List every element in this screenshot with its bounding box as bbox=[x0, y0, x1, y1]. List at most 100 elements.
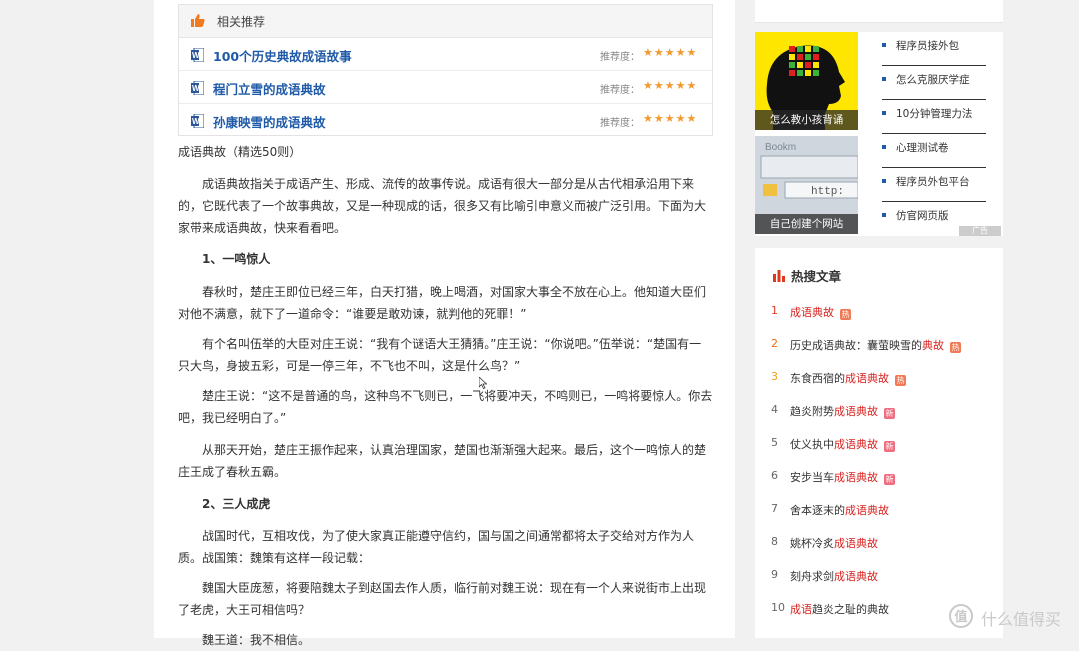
paragraph: 从那天开始，楚庄王振作起来，认真治理国家，楚国也渐渐强大起来。最后，这个一鸣惊人… bbox=[178, 443, 707, 479]
recommend-label: 推荐度： bbox=[600, 52, 640, 63]
section-heading: 2、三人成虎 bbox=[202, 497, 271, 511]
ad-mark: 广告 bbox=[959, 226, 1001, 236]
hot-title-highlight: 成语典故 bbox=[834, 537, 878, 550]
hot-title-text: 历史成语典故：囊萤映雪的 bbox=[790, 339, 922, 352]
section-heading: 1、一鸣惊人 bbox=[202, 252, 271, 266]
recommend-label: 推荐度： bbox=[600, 118, 640, 129]
ad-link-label: 程序员接外包 bbox=[896, 40, 959, 52]
new-badge: 新 bbox=[884, 408, 895, 419]
smzdm-logo-icon: 值 bbox=[949, 604, 973, 628]
ad-link[interactable]: 程序员接外包 bbox=[882, 32, 986, 66]
paragraph: 魏王道：我不相信。 bbox=[202, 633, 311, 647]
hot-item-title: 趋炎附势成语典故新 bbox=[790, 403, 895, 419]
hot-title-highlight: 成语 bbox=[790, 603, 812, 616]
ad-image-browser[interactable]: Bookm http: 自己创建个网站 bbox=[755, 136, 858, 234]
rating-stars: ★★★★★ bbox=[643, 79, 698, 92]
recommend-link[interactable]: 孙康映雪的成语典故 bbox=[213, 112, 326, 131]
ad-link-label: 怎么克服厌学症 bbox=[896, 74, 970, 86]
hot-title-text: 东食西宿的 bbox=[790, 372, 845, 385]
bullet-icon bbox=[882, 111, 886, 115]
hot-item-title: 成语典故热 bbox=[790, 304, 851, 320]
thumbs-up-icon bbox=[191, 14, 205, 27]
hot-rank-number: 2 bbox=[771, 337, 778, 350]
hot-badge: 热 bbox=[895, 375, 906, 386]
bullet-icon bbox=[882, 145, 886, 149]
rating-stars: ★★★★★ bbox=[643, 112, 698, 125]
ad-caption: 自己创建个网站 bbox=[755, 214, 858, 234]
ad-link-label: 程序员外包平台 bbox=[896, 176, 970, 188]
recommend-item[interactable]: W 孙康映雪的成语典故 推荐度： ★★★★★ bbox=[179, 104, 712, 136]
hot-item-title: 成语趋炎之耻的典故 bbox=[790, 601, 889, 617]
hot-title-text: 安步当车 bbox=[790, 471, 834, 484]
svg-text:http:: http: bbox=[811, 186, 844, 198]
hot-title-text: 仗义执中 bbox=[790, 438, 834, 451]
hot-title-highlight: 成语典故 bbox=[845, 372, 889, 385]
hot-articles-box: 热搜文章 1 成语典故热 2 历史成语典故：囊萤映雪的典故热 3 东食西宿的成语典故热 4 趋… bbox=[755, 248, 1003, 638]
svg-text:值: 值 bbox=[954, 609, 967, 625]
ad-image-head[interactable]: 怎么教小孩背诵 bbox=[755, 32, 858, 130]
hot-badge: 热 bbox=[840, 309, 851, 320]
hot-title-text: 姚杯冷炙 bbox=[790, 537, 834, 550]
word-doc-icon: W bbox=[191, 48, 204, 62]
hot-title-highlight: 成语典故 bbox=[834, 471, 878, 484]
doc-title: 成语典故（精选50则） bbox=[178, 145, 302, 159]
hot-rank-number: 9 bbox=[771, 568, 778, 581]
hot-rank-number: 7 bbox=[771, 502, 778, 515]
ad-link[interactable]: 程序员外包平台 bbox=[882, 168, 986, 202]
recommend-item[interactable]: W 100个历史典故成语故事 推荐度： ★★★★★ bbox=[179, 38, 712, 71]
paragraph: 战国时代，互相攻伐，为了使大家真正能遵守信约，国与国之间通常都将太子交给对方作为… bbox=[178, 529, 695, 565]
article-panel: 相关推荐 W 100个历史典故成语故事 推荐度： ★★★★★ W 程门立雪的成语… bbox=[154, 0, 735, 647]
hot-rank-number: 8 bbox=[771, 535, 778, 548]
ad-link[interactable]: 怎么克服厌学症 bbox=[882, 66, 986, 100]
svg-text:W: W bbox=[192, 117, 200, 126]
hot-item-title: 舍本逐末的成语典故 bbox=[790, 502, 889, 518]
word-doc-icon: W bbox=[191, 81, 204, 95]
hot-title-highlight: 成语典故 bbox=[834, 570, 878, 583]
hot-title-highlight: 成语典故 bbox=[834, 438, 878, 451]
hot-title-text: 趋炎之耻的典故 bbox=[812, 603, 889, 616]
hot-item-title: 历史成语典故：囊萤映雪的典故热 bbox=[790, 337, 961, 353]
hot-title-highlight: 典故 bbox=[922, 339, 944, 352]
hot-item-title: 姚杯冷炙成语典故 bbox=[790, 535, 878, 551]
bullet-icon bbox=[882, 213, 886, 217]
recommend-title: 相关推荐 bbox=[217, 15, 266, 29]
ad-caption: 怎么教小孩背诵 bbox=[755, 110, 858, 130]
hot-title-label: 热搜文章 bbox=[791, 269, 842, 284]
recommend-link[interactable]: 100个历史典故成语故事 bbox=[213, 46, 352, 65]
bar-chart-icon bbox=[773, 270, 785, 282]
hot-title-text: 刻舟求剑 bbox=[790, 570, 834, 583]
hot-title-highlight: 成语典故 bbox=[790, 306, 834, 319]
recommend-label: 推荐度： bbox=[600, 85, 640, 96]
ad-link[interactable]: 心理测试卷 bbox=[882, 134, 986, 168]
watermark-text: 什么值得买 bbox=[981, 610, 1062, 629]
hot-rank-number: 5 bbox=[771, 436, 778, 449]
hot-item-title: 刻舟求剑成语典故 bbox=[790, 568, 878, 584]
bullet-icon bbox=[882, 43, 886, 47]
bullet-icon bbox=[882, 77, 886, 81]
paragraph: 魏国大臣庞葱，将要陪魏太子到赵国去作人质，临行前对魏王说：现在有一个人来说街市上… bbox=[178, 581, 707, 617]
hot-rank-number: 1 bbox=[771, 304, 778, 317]
ad-link[interactable]: 10分钟管理力法 bbox=[882, 100, 986, 134]
ad-link-label: 10分钟管理力法 bbox=[896, 108, 973, 120]
hot-title-text: 舍本逐末的 bbox=[790, 504, 845, 517]
recommend-link[interactable]: 程门立雪的成语典故 bbox=[213, 79, 326, 98]
hot-rank-number: 3 bbox=[771, 370, 778, 383]
hot-rank-number: 6 bbox=[771, 469, 778, 482]
paragraph: 春秋时，楚庄王即位已经三年，白天打猎，晚上喝酒，对国家大事全不放在心上。他知道大… bbox=[178, 285, 707, 321]
recommend-item[interactable]: W 程门立雪的成语典故 推荐度： ★★★★★ bbox=[179, 71, 712, 104]
hot-title-highlight: 成语典故 bbox=[834, 405, 878, 418]
hot-title-highlight: 成语典故 bbox=[845, 504, 889, 517]
hot-item-title: 东食西宿的成语典故热 bbox=[790, 370, 906, 386]
hot-rank-number: 4 bbox=[771, 403, 778, 416]
recommend-header: 相关推荐 bbox=[179, 5, 712, 38]
bullet-icon bbox=[882, 179, 886, 183]
hot-rank-number: 10 bbox=[771, 601, 785, 614]
hot-title-text: 趋炎附势 bbox=[790, 405, 834, 418]
new-badge: 新 bbox=[884, 441, 895, 452]
intro-paragraph: 成语典故指关于成语产生、形成、流传的故事传说。成语有很大一部分是从古代相承沿用下… bbox=[178, 177, 707, 235]
hot-title: 热搜文章 bbox=[773, 266, 841, 285]
ad-link-label: 心理测试卷 bbox=[896, 142, 949, 154]
mouse-cursor-icon bbox=[479, 377, 487, 389]
sidebar-top-box bbox=[755, 0, 1003, 23]
svg-text:W: W bbox=[192, 51, 200, 60]
